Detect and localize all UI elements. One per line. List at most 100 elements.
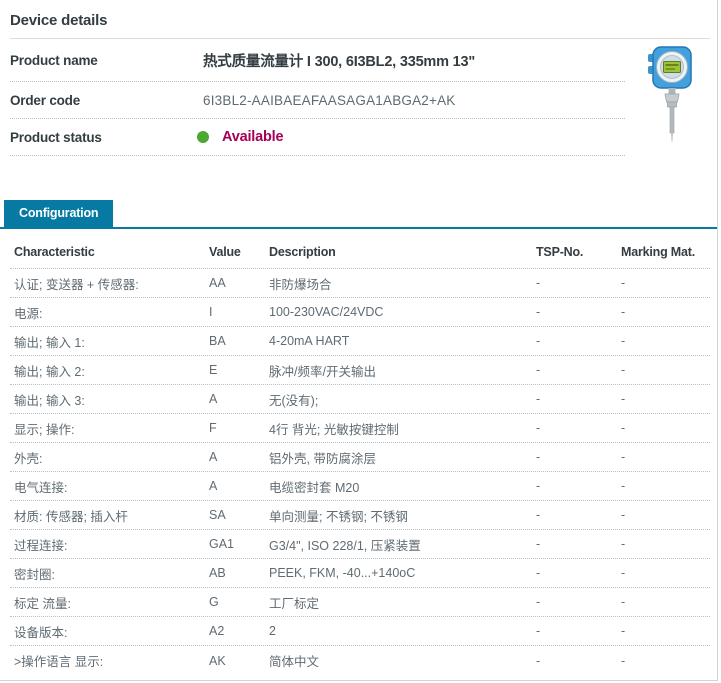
table-row: 认证; 变送器 + 传感器: AA 非防爆场合 - -: [10, 269, 710, 298]
cell-value: A: [209, 479, 218, 493]
cell-tsp-no: -: [536, 653, 541, 668]
product-status-value: Available: [222, 129, 284, 145]
order-code-row: Order code 6I3BL2-AAIBAEAFAASAGA1ABGA2+A…: [10, 82, 625, 119]
cell-value: A: [209, 450, 218, 464]
cell-value: GA1: [209, 537, 235, 551]
section-title: Device details: [10, 12, 710, 39]
cell-characteristic: 输出; 输入 3:: [14, 393, 85, 408]
table-row: 标定 流量: G 工厂标定 - -: [10, 588, 710, 617]
tab-configuration[interactable]: Configuration: [4, 200, 114, 227]
cell-value: BA: [209, 334, 226, 348]
configuration-table-header: Characteristic Value Description TSP-No.…: [10, 229, 710, 269]
cell-characteristic: >操作语言 显示:: [14, 655, 104, 669]
cell-characteristic: 标定 流量:: [14, 596, 71, 611]
product-name-row: Product name 热式质量流量计 I 300, 6I3BL2, 335m…: [10, 39, 625, 82]
tab-configuration-label: Configuration: [19, 206, 99, 220]
cell-description: 非防爆场合: [269, 277, 332, 292]
table-row: 电气连接: A 电缆密封套 M20 - -: [10, 472, 710, 501]
cell-characteristic: 材质: 传感器; 插入杆: [14, 509, 128, 524]
cell-tsp-no: -: [536, 595, 541, 609]
table-row: 电源: I 100-230VAC/24VDC - -: [10, 298, 710, 327]
header-marking-mat: Marking Mat.: [621, 245, 695, 259]
cell-marking-mat: -: [621, 624, 626, 638]
cell-marking-mat: -: [621, 392, 626, 406]
cell-characteristic: 电气连接:: [14, 480, 68, 495]
cell-description: 4-20mA HART: [269, 334, 350, 348]
cell-description: G3/4", ISO 228/1, 压紧装置: [269, 538, 421, 553]
product-image: [647, 46, 697, 146]
cell-marking-mat: -: [621, 421, 626, 435]
product-status-label: Product status: [10, 129, 102, 145]
table-row: 材质: 传感器; 插入杆 SA 单向测量; 不锈钢; 不锈钢 - -: [10, 501, 710, 530]
cell-tsp-no: -: [536, 392, 541, 406]
cell-description: PEEK, FKM, -40...+140oC: [269, 566, 416, 580]
header-description: Description: [269, 245, 336, 259]
order-code-label: Order code: [10, 92, 81, 108]
cell-tsp-no: -: [536, 624, 541, 638]
cell-description: 单向测量; 不锈钢; 不锈钢: [269, 509, 408, 524]
order-code-value: 6I3BL2-AAIBAEAFAASAGA1ABGA2+AK: [203, 92, 456, 108]
table-row: >操作语言 显示: AK 简体中文 - -: [10, 646, 710, 675]
cell-characteristic: 外壳:: [14, 451, 43, 466]
cell-tsp-no: -: [536, 305, 541, 319]
header-value: Value: [209, 245, 241, 259]
cell-value: F: [209, 421, 217, 435]
cell-marking-mat: -: [621, 479, 626, 493]
cell-description: 4行 背光; 光敏按键控制: [269, 422, 399, 437]
cell-characteristic: 设备版本:: [14, 625, 68, 640]
cell-characteristic: 过程连接:: [14, 538, 68, 553]
device-details-section: Device details Product name 热式质量流量计 I 30…: [0, 0, 717, 156]
cell-characteristic: 显示; 操作:: [14, 422, 75, 437]
cell-value: E: [209, 363, 218, 377]
device-details-page: Device details Product name 热式质量流量计 I 30…: [0, 0, 718, 681]
cell-value: SA: [209, 508, 226, 522]
configuration-table: Characteristic Value Description TSP-No.…: [0, 229, 717, 675]
cell-tsp-no: -: [536, 334, 541, 348]
cell-value: AK: [209, 653, 226, 668]
configuration-section: Configuration Characteristic Value Descr…: [0, 200, 717, 675]
cell-value: A: [209, 392, 218, 406]
cell-description: 脉冲/频率/开关输出: [269, 364, 376, 379]
table-row: 外壳: A 铝外壳, 带防腐涂层 - -: [10, 443, 710, 472]
cell-description: 电缆密封套 M20: [269, 480, 360, 495]
header-tsp-no: TSP-No.: [536, 245, 584, 259]
cell-description: 无(没有);: [269, 393, 319, 408]
product-name-value: 热式质量流量计 I 300, 6I3BL2, 335mm 13": [203, 53, 476, 70]
cell-value: AA: [209, 276, 226, 290]
cell-marking-mat: -: [621, 653, 626, 668]
cell-description: 铝外壳, 带防腐涂层: [269, 451, 376, 466]
cell-characteristic: 密封圈:: [14, 567, 55, 582]
cell-tsp-no: -: [536, 450, 541, 464]
cell-marking-mat: -: [621, 334, 626, 348]
cell-tsp-no: -: [536, 508, 541, 522]
cell-description: 工厂标定: [269, 596, 320, 611]
thermal-mass-flowmeter-icon: [648, 46, 692, 142]
cell-marking-mat: -: [621, 508, 626, 522]
status-wrap: Available: [197, 129, 284, 145]
cell-tsp-no: -: [536, 566, 541, 580]
configuration-table-body: 认证; 变送器 + 传感器: AA 非防爆场合 - - 电源: I 100-23…: [10, 269, 710, 675]
table-row: 输出; 输入 3: A 无(没有); - -: [10, 385, 710, 414]
cell-tsp-no: -: [536, 537, 541, 551]
cell-tsp-no: -: [536, 276, 541, 290]
cell-marking-mat: -: [621, 450, 626, 464]
available-status-dot-icon: [197, 131, 209, 143]
table-row: 设备版本: A2 2 - -: [10, 617, 710, 646]
cell-marking-mat: -: [621, 566, 626, 580]
cell-value: AB: [209, 566, 226, 580]
cell-marking-mat: -: [621, 363, 626, 377]
detail-rows: Product name 热式质量流量计 I 300, 6I3BL2, 335m…: [10, 39, 625, 156]
cell-marking-mat: -: [621, 595, 626, 609]
product-name-label: Product name: [10, 52, 98, 68]
cell-marking-mat: -: [621, 537, 626, 551]
table-row: 显示; 操作: F 4行 背光; 光敏按键控制 - -: [10, 414, 710, 443]
cell-marking-mat: -: [621, 305, 626, 319]
table-row: 输出; 输入 2: E 脉冲/频率/开关输出 - -: [10, 356, 710, 385]
cell-tsp-no: -: [536, 363, 541, 377]
product-status-row: Product status Available: [10, 119, 625, 156]
header-characteristic: Characteristic: [14, 245, 95, 259]
cell-characteristic: 输出; 输入 1:: [14, 335, 85, 350]
cell-value: A2: [209, 624, 225, 638]
table-row: 密封圈: AB PEEK, FKM, -40...+140oC - -: [10, 559, 710, 588]
cell-tsp-no: -: [536, 421, 541, 435]
